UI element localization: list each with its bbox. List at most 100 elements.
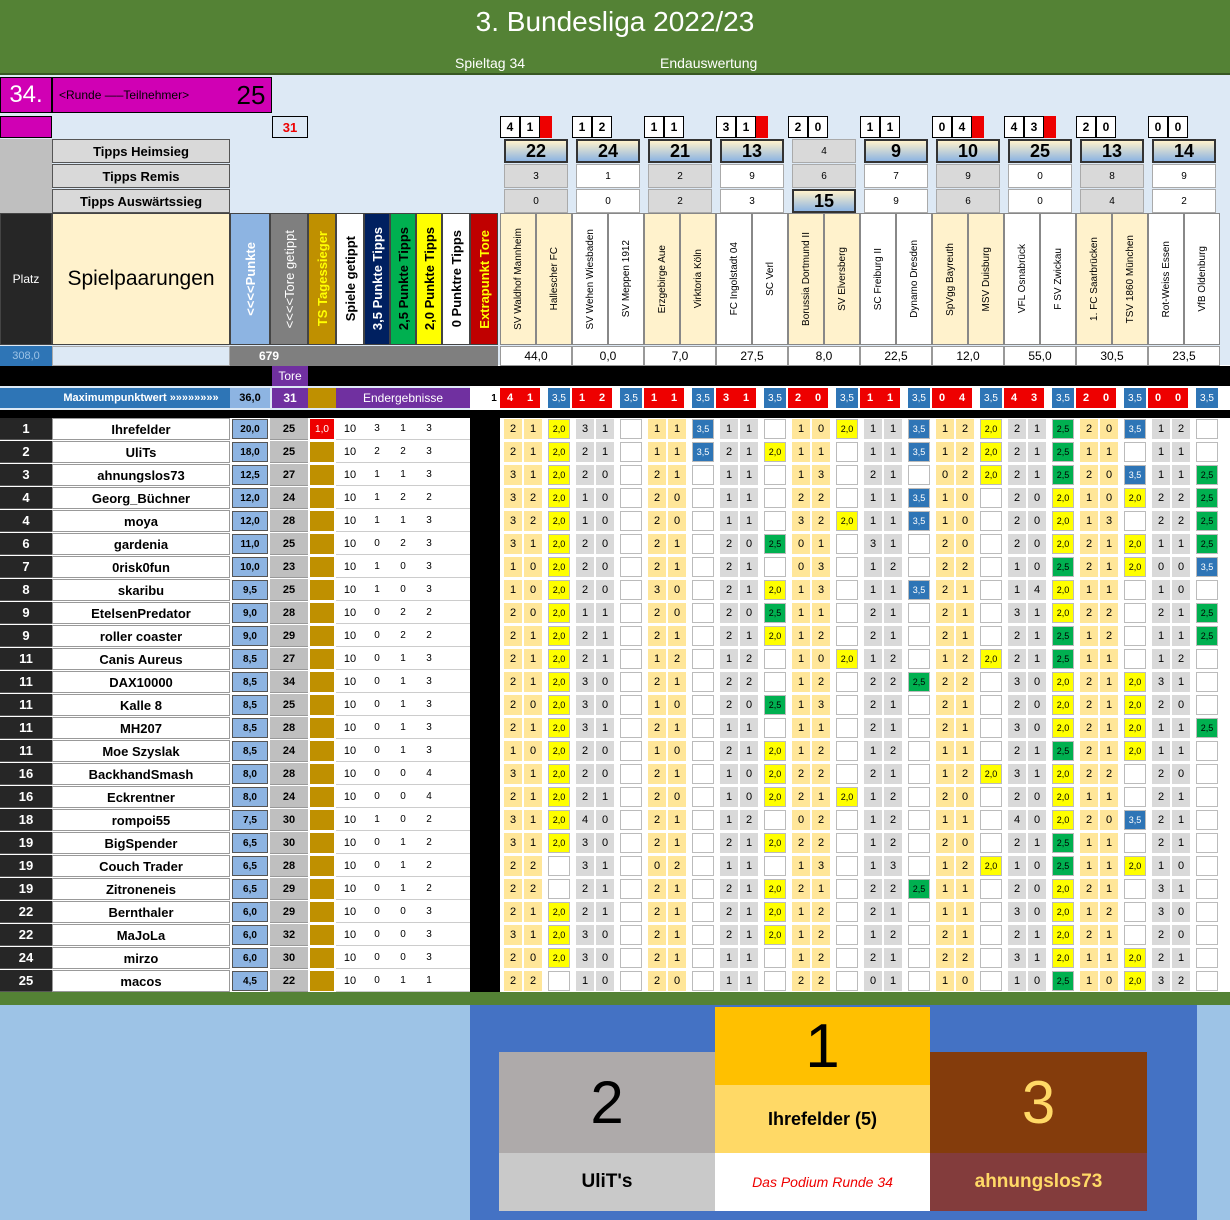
tip-points: 3,5 [1124,810,1146,830]
tip-away: 0 [668,787,686,807]
tip-points: 2,0 [764,741,786,761]
tip-points: 3,5 [692,419,714,439]
tip-home: 2 [1080,879,1098,899]
tip-home: 2 [1152,833,1170,853]
tip-home: 1 [792,580,810,600]
tip-home: 1 [1152,718,1170,738]
tip-away: 0 [668,695,686,715]
tip-points: 2,0 [1124,718,1146,738]
tip-away: 2 [524,856,542,876]
tip-home: 2 [576,442,594,462]
tip-home: 1 [864,856,882,876]
tip-away: 2 [812,511,830,531]
tip-home: 2 [936,695,954,715]
tip-points: 2,0 [1052,534,1074,554]
tip-home: 1 [792,419,810,439]
tip-home: 1 [1152,741,1170,761]
tip-home: 2 [864,603,882,623]
tip-points: 2,5 [908,672,930,692]
player-points: 9,0 [232,626,268,646]
player-stat-b: 1 [390,510,416,532]
tip-home: 2 [1080,419,1098,439]
tip-home: 2 [1152,925,1170,945]
tip-home: 1 [648,649,666,669]
tip-points [1196,580,1218,600]
tip-home: 2 [1080,603,1098,623]
tip-away: 1 [596,902,614,922]
tip-home: 1 [1008,856,1026,876]
player-place: 7 [0,556,52,578]
tip-away: 1 [596,879,614,899]
tip-away: 1 [740,902,758,922]
tip-away: 2 [884,833,902,853]
player-spiele: 10 [336,418,364,440]
tip-points: 2,0 [1052,810,1074,830]
player-stat-a: 0 [364,625,390,647]
tip-points [836,902,858,922]
tip-home: 1 [1080,856,1098,876]
player-spiele: 10 [336,855,364,877]
tip-away: 1 [1028,649,1046,669]
tip-points [980,948,1002,968]
tip-away: 0 [668,971,686,991]
tip-away: 1 [740,511,758,531]
tip-points [980,879,1002,899]
player-points: 8,0 [232,787,268,807]
tip-home: 1 [1080,442,1098,462]
player-name: ahnungslos73 [52,464,230,486]
player-tore: 23 [270,556,308,578]
tip-away: 2 [956,649,974,669]
tip-home: 1 [864,741,882,761]
tip-away: 2 [524,511,542,531]
player-ts [310,603,334,623]
player-points: 7,5 [232,810,268,830]
tip-points: 2,5 [1052,442,1074,462]
tip-away: 2 [740,649,758,669]
player-spiele: 10 [336,809,364,831]
player-spiele: 10 [336,464,364,486]
tip-away: 1 [1100,856,1118,876]
player-points: 8,0 [232,764,268,784]
tip-points: 2,0 [1052,787,1074,807]
tip-away: 1 [740,971,758,991]
tip-away: 1 [668,626,686,646]
tip-points [908,787,930,807]
player-stat-b: 0 [390,763,416,785]
tip-points [692,672,714,692]
tip-home: 1 [720,419,738,439]
player-name: DAX10000 [52,671,230,693]
tip-home: 2 [576,787,594,807]
tip-home: 1 [1080,649,1098,669]
tip-home: 2 [936,557,954,577]
player-extra [442,694,470,716]
player-place: 16 [0,763,52,785]
player-spiele: 10 [336,901,364,923]
tip-away: 1 [1100,557,1118,577]
tip-home: 2 [576,557,594,577]
tip-points [836,764,858,784]
tip-away: 1 [956,879,974,899]
player-stat-b: 1 [390,717,416,739]
tip-away: 1 [1172,672,1190,692]
tip-away: 2 [1172,971,1190,991]
tip-home: 1 [1152,442,1170,462]
tip-away: 2 [956,856,974,876]
tip-home: 1 [1152,649,1170,669]
tip-points: 2,0 [764,902,786,922]
tip-away: 0 [956,971,974,991]
tip-home: 2 [1008,419,1026,439]
tip-away: 1 [668,557,686,577]
tip-away: 0 [1028,695,1046,715]
tip-points: 2,5 [1052,971,1074,991]
tip-home: 2 [1008,511,1026,531]
tip-points [836,879,858,899]
tip-home: 1 [864,810,882,830]
player-name: mirzo [52,947,230,969]
player-rows: 1Ihrefelder20,0251,0103133212,031113,511… [0,0,1230,1000]
tip-home: 1 [864,925,882,945]
tip-away: 0 [524,580,542,600]
tip-away: 1 [884,902,902,922]
tip-away: 1 [884,695,902,715]
tip-away: 3 [812,856,830,876]
player-ts [310,580,334,600]
